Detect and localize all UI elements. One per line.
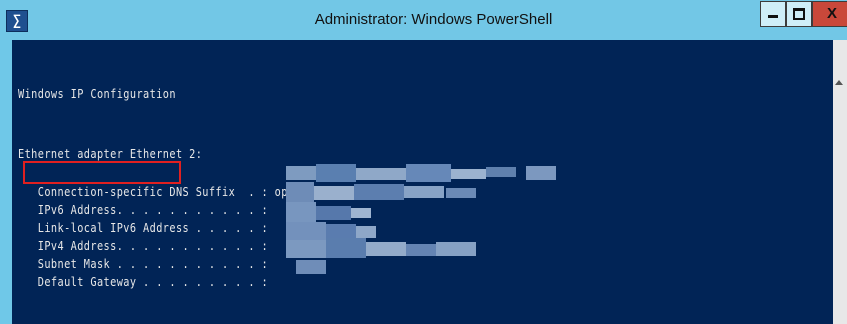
powershell-window: ∑ Administrator: Windows PowerShell X Wi… (0, 0, 847, 324)
console-line: Subnet Mask . . . . . . . . . . . : (18, 256, 269, 271)
minimize-icon (768, 15, 778, 19)
close-icon: X (826, 5, 837, 22)
window-title: Administrator: Windows PowerShell (314, 11, 553, 28)
redacted-gateway-value (286, 238, 486, 282)
redacted-link-local-value (286, 182, 486, 204)
console-line: Windows IP Configuration (18, 86, 176, 101)
console-line: IPv6 Address. . . . . . . . . . . : (18, 202, 269, 217)
scrollbar[interactable] (833, 40, 847, 324)
console-line: Link-local IPv6 Address . . . . . : (18, 220, 269, 235)
close-button[interactable]: X (812, 1, 847, 27)
console-line: Ethernet adapter Ethernet 2: (18, 146, 203, 161)
maximize-button[interactable] (786, 1, 812, 27)
minimize-button[interactable] (760, 1, 786, 27)
highlight-box (23, 161, 181, 184)
console-line: Default Gateway . . . . . . . . . : (18, 274, 269, 289)
maximize-icon (793, 7, 805, 20)
title-bar[interactable]: ∑ Administrator: Windows PowerShell X (0, 0, 847, 40)
scroll-up-icon[interactable] (835, 80, 843, 85)
console-line: IPv4 Address. . . . . . . . . . . : (18, 238, 269, 253)
